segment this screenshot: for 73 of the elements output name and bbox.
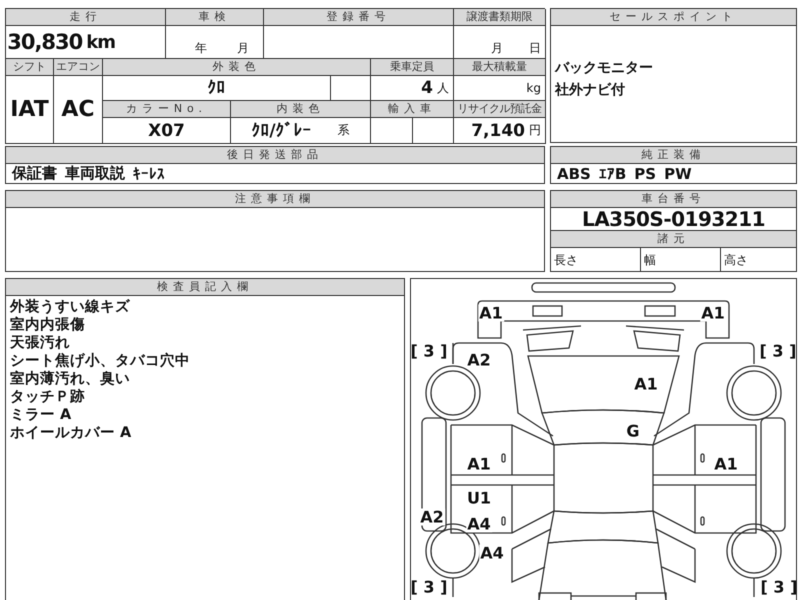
inspector-note: 外装うすい線キズ bbox=[10, 298, 131, 316]
sales-point-text: 社外ナビ付 bbox=[555, 81, 626, 100]
damage-code: [ 3 ] bbox=[758, 342, 796, 360]
unit-label: km bbox=[86, 32, 115, 52]
inspector-note: シート焦げ小、タバコ穴中 bbox=[10, 352, 191, 370]
damage-code: A1 bbox=[633, 376, 659, 392]
chassis-number: LA350S-0193211 bbox=[582, 207, 766, 231]
damage-code: A4 bbox=[466, 516, 492, 532]
part-item: 保証書 bbox=[12, 164, 57, 183]
damage-code: A2 bbox=[419, 508, 445, 526]
damage-code: A1 bbox=[478, 304, 504, 322]
unit-label: kg bbox=[526, 81, 541, 95]
part-item: ｷｰﾚｽ bbox=[133, 164, 165, 182]
damage-code: [ 3 ] bbox=[760, 578, 796, 596]
column-header: 注意事項欄 bbox=[6, 191, 544, 208]
column-header: 走行 bbox=[6, 9, 166, 26]
damage-code: [ 3 ] bbox=[411, 342, 448, 360]
column-header: 登録番号 bbox=[264, 9, 454, 26]
equipment-item: PW bbox=[664, 164, 692, 182]
inspector-note: タッチＰ跡 bbox=[10, 388, 86, 406]
column-header: エアコン bbox=[54, 59, 103, 76]
damage-code: [ 3 ] bbox=[411, 578, 448, 596]
mileage-value: 30,830 bbox=[7, 30, 82, 54]
aircon-value: AC bbox=[61, 97, 95, 122]
column-header: リサイクル預託金 bbox=[454, 101, 546, 118]
interior-color-value: ｸﾛ/ｸﾞﾚｰ bbox=[251, 120, 312, 140]
exterior-color-value: ｸﾛ bbox=[208, 78, 226, 98]
shift-value: IAT bbox=[10, 97, 49, 122]
spec-label: 幅 bbox=[644, 252, 656, 269]
column-header: 後日発送部品 bbox=[6, 147, 544, 164]
unit-label: 人 bbox=[437, 80, 449, 96]
damage-code: A1 bbox=[713, 456, 739, 472]
damage-code: U1 bbox=[466, 490, 492, 506]
unit-label: 月 bbox=[237, 40, 249, 57]
unit-label: 系 bbox=[338, 122, 350, 139]
damage-code: G bbox=[625, 422, 641, 440]
column-header: 車検 bbox=[166, 9, 264, 26]
column-header: 内装色 bbox=[231, 101, 371, 118]
inspector-note: 天張汚れ bbox=[10, 334, 71, 352]
recycle-fee-value: 7,140 bbox=[471, 120, 525, 140]
damage-code: A2 bbox=[466, 352, 492, 368]
spec-label: 長さ bbox=[554, 252, 578, 269]
column-header: カラーNo. bbox=[103, 101, 231, 118]
capacity-value: 4 bbox=[421, 78, 433, 98]
column-header: 外装色 bbox=[103, 59, 371, 76]
column-header: 車台番号 bbox=[551, 191, 796, 208]
inspector-note: 室内内張傷 bbox=[10, 316, 86, 334]
unit-label: 日 bbox=[529, 40, 541, 57]
column-header: 乗車定員 bbox=[371, 59, 454, 76]
spec-label: 高さ bbox=[724, 252, 748, 269]
sales-point-text: バックモニター bbox=[555, 59, 654, 78]
column-header: 純正装備 bbox=[551, 147, 796, 164]
part-item: 車両取説 bbox=[65, 164, 125, 183]
column-header: 諸元 bbox=[551, 231, 796, 248]
equipment-item: ｴｱB bbox=[598, 164, 626, 182]
equipment-item: PS bbox=[634, 164, 656, 182]
damage-code: A1 bbox=[700, 304, 726, 322]
damage-code: A4 bbox=[479, 544, 505, 562]
column-header: 譲渡書類期限 bbox=[454, 9, 546, 26]
damage-code: A1 bbox=[466, 456, 492, 472]
inspector-note: ホイールカバー A bbox=[10, 424, 132, 442]
inspector-note: 室内薄汚れ、臭い bbox=[10, 370, 131, 388]
column-header: 検査員記入欄 bbox=[6, 279, 404, 296]
color-number-value: X07 bbox=[148, 120, 185, 140]
column-header: セールスポイント bbox=[551, 9, 796, 26]
column-header: 最大積載量 bbox=[454, 59, 546, 76]
unit-label: 年 bbox=[195, 40, 207, 57]
column-header: シフト bbox=[6, 59, 54, 76]
unit-label: 月 bbox=[491, 40, 503, 57]
inspector-note: ミラー A bbox=[10, 406, 72, 424]
column-header: 輸入車 bbox=[371, 101, 454, 118]
unit-label: 円 bbox=[529, 122, 541, 139]
equipment-item: ABS bbox=[557, 164, 591, 182]
